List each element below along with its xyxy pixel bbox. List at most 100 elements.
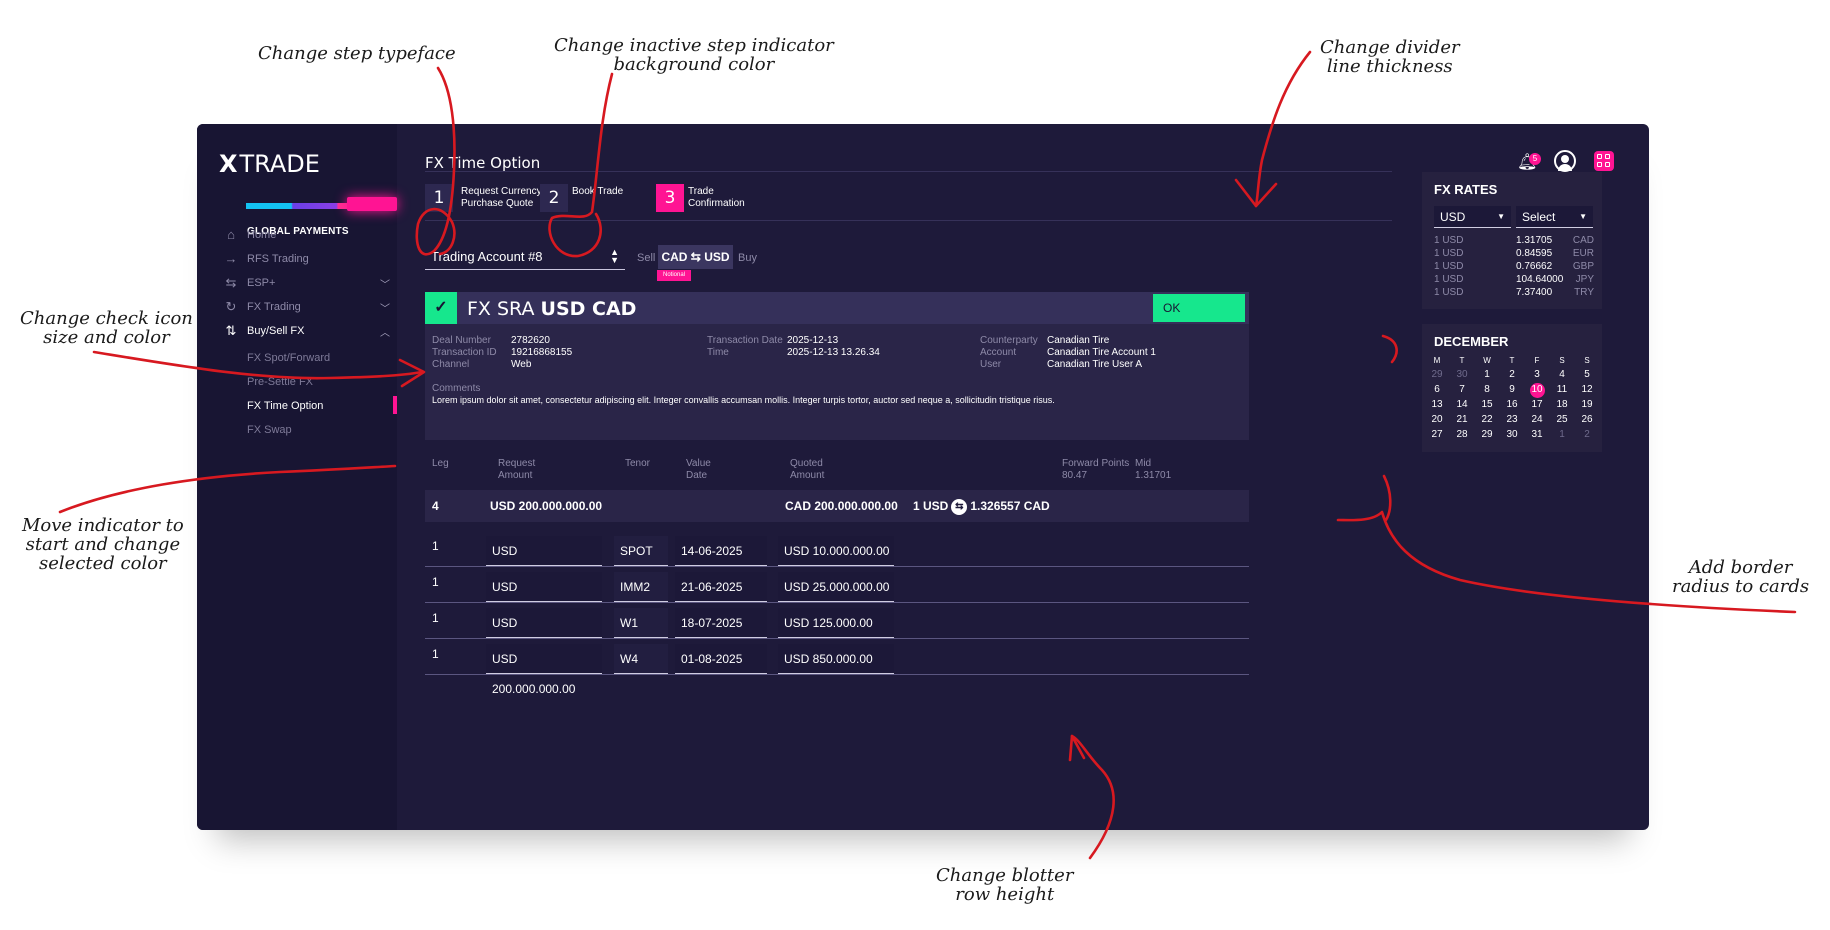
quoted-amount-cell[interactable]: USD 125.000.00 [778,608,894,638]
row-leg: 1 [432,611,439,625]
calendar-day[interactable]: 24 [1526,414,1548,425]
annotation-check-icon: Change check icon size and color [20,308,193,348]
calendar-weekday: F [1534,356,1540,365]
annotation-row-height: Change blotter row height [936,865,1074,905]
value-date-cell[interactable]: 14-06-2025 [675,536,767,566]
swap-icon: ⇆ [690,250,701,264]
chevron-down-icon: ﹀ [380,304,390,315]
calendar-day[interactable]: 30 [1451,369,1473,380]
calendar-weekday: T [1459,356,1465,365]
calendar-weekday: T [1509,356,1515,365]
calendar-day[interactable]: 26 [1576,414,1598,425]
buy-label: Buy [738,252,757,264]
notional-badge: Notional [657,270,691,281]
col-header-leg: Leg [432,458,449,469]
calendar-day[interactable]: 8 [1476,384,1498,395]
table-row[interactable]: 1 USD 200.000.000.00 SPOT 14-06-2025 USD… [425,530,1249,588]
calendar-day[interactable]: 1 [1476,369,1498,380]
calendar-day[interactable]: 25 [1551,414,1573,425]
sidebar-subitem-fx-swap[interactable]: FX Swap [247,424,292,436]
request-amount-cell[interactable]: USD 200.000.000.00 [486,536,602,588]
calendar-day[interactable]: 23 [1501,414,1523,425]
calendar-day[interactable]: 15 [1476,399,1498,410]
calendar-day[interactable]: 4 [1551,369,1573,380]
sidebar-subitem-pre-settle-fx[interactable]: Pre-Settle FX [247,376,313,388]
calendar-day[interactable]: 17 [1526,399,1548,410]
sidebar-item-buy-sell-fx[interactable]: ⇅ Buy/Sell FX ︿ [197,321,397,343]
value-date-cell[interactable]: 01-08-2025 [675,644,767,674]
brand-pink-tab [347,197,397,211]
calendar-day[interactable]: 12 [1576,384,1598,395]
request-amount-cell[interactable]: USD 200.000.000.00 [486,644,602,696]
table-row[interactable]: 1 USD 200.000.000.00 W4 01-08-2025 USD 8… [425,638,1249,696]
col-header-request-amount: Request Amount [498,458,536,481]
calendar-day[interactable]: 9 [1501,384,1523,395]
tenor-cell[interactable]: SPOT [614,536,668,566]
calendar-day[interactable]: 29 [1476,429,1498,440]
calendar-day[interactable]: 2 [1576,429,1598,440]
request-amount-cell[interactable]: USD 200.000.000.00 [486,608,602,660]
sidebar-item-home[interactable]: ⌂ Home [197,225,397,247]
calendar-day[interactable]: 1 [1551,429,1573,440]
caret-down-icon: ▼ [1497,212,1505,221]
calendar-day[interactable]: 31 [1526,429,1548,440]
sidebar-subitem-fx-spot-forward[interactable]: FX Spot/Forward [247,352,330,364]
tenor-cell[interactable]: W4 [614,644,668,674]
calendar-day[interactable]: 28 [1451,429,1473,440]
calendar-day[interactable]: 19 [1576,399,1598,410]
rate-row: 1 USD 7.37400 TRY [1434,287,1594,298]
calendar-card: DECEMBER M T W T F S S 29 30 1 2 3 4 5 6 7 8 9 10 11 12 13 14 1… [1422,324,1602,452]
ok-button[interactable]: OK [1153,294,1245,322]
comments-text: Lorem ipsum dolor sit amet, consectetur … [432,395,1055,405]
calendar-day[interactable]: 2 [1501,369,1523,380]
summary-rate: 1 USD ⇆ 1.326557 CAD [913,499,1050,515]
row-leg: 1 [432,575,439,589]
calendar-day[interactable]: 27 [1426,429,1448,440]
user-icon[interactable] [1554,150,1576,172]
calendar-day[interactable]: 16 [1501,399,1523,410]
calendar-day[interactable]: 3 [1526,369,1548,380]
calendar-day[interactable]: 14 [1451,399,1473,410]
sell-label: Sell [637,252,656,264]
quoted-amount-cell[interactable]: USD 850.000.00 [778,644,894,674]
quoted-amount-cell[interactable]: USD 10.000.000.00 [778,536,894,566]
calendar-day[interactable]: 30 [1501,429,1523,440]
sidebar-item-esp[interactable]: ⇆ ESP+ ﹀ [197,273,397,295]
trading-account-select[interactable]: Trading Account #8 ▲ ▼ [425,245,625,270]
value-date-cell[interactable]: 18-07-2025 [675,608,767,638]
calendar-day[interactable]: 21 [1451,414,1473,425]
calendar-day[interactable]: 29 [1426,369,1448,380]
value-date-cell[interactable]: 21-06-2025 [675,572,767,602]
sidebar-subitem-fx-time-option[interactable]: FX Time Option [247,400,323,412]
row-leg: 1 [432,647,439,661]
calendar-day[interactable]: 5 [1576,369,1598,380]
currency-from: CAD [661,250,688,264]
request-amount-cell[interactable]: USD 200.000.000.00 [486,572,602,624]
arrow-right-icon: → [224,251,238,266]
tenor-cell[interactable]: IMM2 [614,572,668,602]
sidebar-item-label: ESP+ [247,277,276,289]
calendar-day[interactable]: 22 [1476,414,1498,425]
sidebar-item-rfs-trading[interactable]: → RFS Trading [197,249,397,271]
quoted-amount-cell[interactable]: USD 25.000.000.00 [778,572,894,602]
sidebar-item-fx-trading[interactable]: ↻ FX Trading ﹀ [197,297,397,319]
col-header-mid: Mid 1.31701 [1135,458,1172,481]
currency-pair-toggle[interactable]: CAD ⇆ USD [658,245,733,269]
quote-currency-select[interactable]: Select ▼ [1516,206,1593,228]
calendar-day[interactable]: 13 [1426,399,1448,410]
base-currency-select[interactable]: USD ▼ [1434,206,1511,228]
calendar-day[interactable]: 6 [1426,384,1448,395]
calendar-day[interactable]: 11 [1551,384,1573,395]
logo[interactable]: XTRADE [219,150,320,178]
table-row[interactable]: 1 USD 200.000.000.00 W1 18-07-2025 USD 1… [425,602,1249,660]
rate-row: 1 USD 104.64000 JPY [1434,274,1594,285]
calendar-day[interactable]: 18 [1551,399,1573,410]
tenor-cell[interactable]: W1 [614,608,668,638]
canvas: XTRADE GLOBAL PAYMENTS ⌂ Home → RFS Trad… [0,0,1830,930]
calendar-day[interactable]: 10 [1526,384,1548,395]
table-row[interactable]: 1 USD 200.000.000.00 IMM2 21-06-2025 USD… [425,566,1249,624]
counterparty-info: Counterparty Account User [980,335,1038,370]
apps-grid-icon[interactable] [1594,151,1614,171]
calendar-day[interactable]: 7 [1451,384,1473,395]
calendar-day[interactable]: 20 [1426,414,1448,425]
